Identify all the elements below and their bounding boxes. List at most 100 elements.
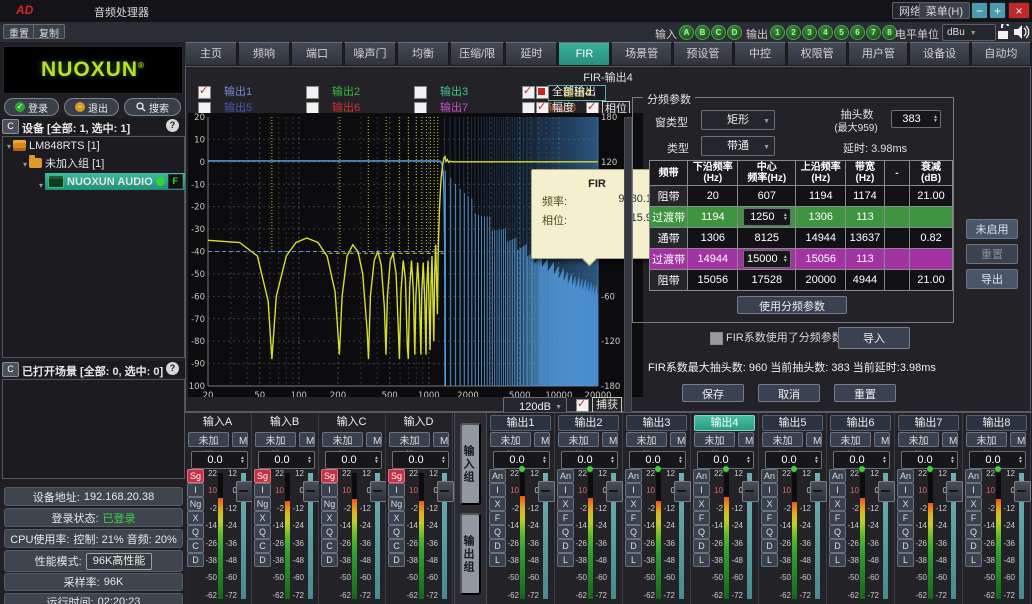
group-assign-button[interactable]: 未加组: [626, 432, 667, 447]
spin-down-icon[interactable]: ▼: [950, 460, 955, 464]
tree-item[interactable]: ▾未加入组 [1]: [3, 155, 184, 173]
tab-自动均衡[interactable]: 自动均衡: [971, 42, 1031, 66]
side-button-未启用[interactable]: 未启用: [966, 219, 1018, 239]
maximize-button[interactable]: +: [989, 2, 1006, 19]
level-unit-select[interactable]: dBu▼: [942, 24, 996, 41]
device-header-c-button[interactable]: C: [2, 119, 19, 134]
mute-button[interactable]: M: [433, 432, 449, 447]
group-assign-button[interactable]: 未加组: [188, 432, 229, 447]
output3-label[interactable]: 输出3: [440, 85, 468, 99]
spin-down-icon[interactable]: ▼: [783, 217, 788, 221]
tab-FIR[interactable]: FIR: [558, 42, 610, 66]
logout-button[interactable]: – 退出: [64, 98, 119, 116]
login-button[interactable]: ✓ 登录: [4, 98, 59, 116]
tab-用户管理[interactable]: 用户管理: [848, 42, 908, 66]
device-help-icon[interactable]: ?: [166, 119, 179, 132]
tab-均衡[interactable]: 均衡: [397, 42, 449, 66]
channel-title[interactable]: 输出6: [830, 415, 891, 431]
performance-mode-button[interactable]: 96K高性能: [86, 553, 153, 570]
channel-title[interactable]: 输出3: [626, 415, 687, 431]
minimize-button[interactable]: −: [971, 2, 988, 19]
spin-down-icon[interactable]: ▼: [783, 259, 788, 263]
reset-fir-button[interactable]: 重置: [834, 384, 896, 402]
tree-item-selected[interactable]: NUOXUN AUDIOF: [45, 173, 185, 190]
spinner-arrows[interactable]: ▲▼: [305, 456, 314, 464]
fader-handle[interactable]: [606, 481, 623, 502]
spinner-arrows[interactable]: ▲▼: [540, 456, 549, 464]
tab-频响[interactable]: 频响: [238, 42, 290, 66]
all-outputs-checkbox[interactable]: [536, 86, 549, 99]
group-assign-button[interactable]: 未加组: [389, 432, 430, 447]
mute-button[interactable]: M: [806, 432, 822, 447]
mute-button[interactable]: M: [366, 432, 382, 447]
output4-checkbox[interactable]: ✓: [522, 86, 535, 99]
spin-down-icon[interactable]: ▼: [441, 460, 446, 464]
channel-title[interactable]: 输出5: [762, 415, 823, 431]
group-assign-button[interactable]: 未加组: [255, 432, 296, 447]
channel-title[interactable]: 输出7: [898, 415, 959, 431]
copy-button[interactable]: 复制: [33, 24, 65, 39]
group-assign-button[interactable]: 未加组: [558, 432, 599, 447]
mute-button[interactable]: M: [534, 432, 550, 447]
fader-handle[interactable]: [1014, 481, 1031, 502]
channel-title[interactable]: 输出4: [694, 415, 755, 431]
fader-handle[interactable]: [810, 481, 827, 502]
tab-中控[interactable]: 中控: [734, 42, 786, 66]
tree-item[interactable]: ▾NUOXUN AUDIOF: [3, 173, 184, 191]
spinner-arrows[interactable]: ▲▼: [238, 456, 247, 464]
tree-item[interactable]: ▾LM848RTS [1]: [3, 137, 184, 155]
spinner-arrows[interactable]: ▲▼: [372, 456, 381, 464]
spin-down-icon[interactable]: ▼: [374, 460, 379, 464]
group-assign-button[interactable]: 未加组: [694, 432, 735, 447]
menu-button[interactable]: 菜单(H): [919, 2, 970, 19]
spinner-arrows[interactable]: ▲▼: [880, 456, 889, 464]
spinner-arrows[interactable]: ▲▼: [812, 456, 821, 464]
output3-checkbox[interactable]: [414, 86, 427, 99]
tab-端口[interactable]: 端口: [291, 42, 343, 66]
spinner-arrows[interactable]: ▲▼: [781, 213, 790, 221]
window-type-select[interactable]: 矩形▼: [701, 110, 775, 130]
input-group-button[interactable]: 输入组: [460, 423, 481, 505]
speaker-icon[interactable]: [1013, 24, 1030, 40]
apply-crossover-button[interactable]: 使用分频参数: [737, 296, 847, 314]
spinner-arrows[interactable]: ▲▼: [676, 456, 685, 464]
tab-主页[interactable]: 主页: [185, 42, 237, 66]
spinner-arrows[interactable]: ▲▼: [744, 456, 753, 464]
output1-label[interactable]: 输出1: [224, 85, 252, 99]
mute-button[interactable]: M: [232, 432, 248, 447]
fader-handle[interactable]: [236, 481, 253, 502]
mute-button[interactable]: M: [874, 432, 890, 447]
gain-spinner[interactable]: 0.0▲▼: [191, 451, 248, 469]
fader-handle[interactable]: [674, 481, 691, 502]
scene-header-c-button[interactable]: C: [2, 362, 19, 377]
output-group-button[interactable]: 输出组: [460, 513, 481, 595]
fader-handle[interactable]: [742, 481, 759, 502]
output1-checkbox[interactable]: ✓: [198, 86, 211, 99]
tab-预设管理[interactable]: 预设管理: [673, 42, 733, 66]
spin-down-icon[interactable]: ▼: [882, 460, 887, 464]
tree-expand-icon[interactable]: ▾: [23, 160, 27, 169]
capture-checkbox[interactable]: ✓: [576, 399, 589, 412]
channel-title[interactable]: 输出8: [966, 415, 1027, 431]
tree-expand-icon[interactable]: ▾: [39, 181, 43, 190]
cancel-button[interactable]: 取消: [758, 384, 820, 402]
fader-handle[interactable]: [370, 481, 387, 502]
center-freq-spinner[interactable]: 15000▲▼: [743, 250, 791, 268]
spin-down-icon[interactable]: ▼: [746, 460, 751, 464]
channel-title[interactable]: 输出1: [490, 415, 551, 431]
group-assign-button[interactable]: 未加组: [898, 432, 939, 447]
mute-button[interactable]: M: [299, 432, 315, 447]
spin-down-icon[interactable]: ▼: [1018, 460, 1023, 464]
tab-权限管理[interactable]: 权限管理: [787, 42, 847, 66]
mute-button[interactable]: M: [942, 432, 958, 447]
lock-icon[interactable]: [996, 24, 1010, 40]
gain-spinner[interactable]: 0.0▲▼: [392, 451, 449, 469]
panel-splitter[interactable]: [624, 117, 632, 419]
save-button[interactable]: 保存: [682, 384, 744, 402]
mute-button[interactable]: M: [738, 432, 754, 447]
tab-延时[interactable]: 延时: [505, 42, 557, 66]
group-assign-button[interactable]: 未加组: [762, 432, 803, 447]
spin-down-icon[interactable]: ▼: [307, 460, 312, 464]
tree-expand-icon[interactable]: ▾: [7, 142, 11, 151]
spin-down-icon[interactable]: ▼: [814, 460, 819, 464]
